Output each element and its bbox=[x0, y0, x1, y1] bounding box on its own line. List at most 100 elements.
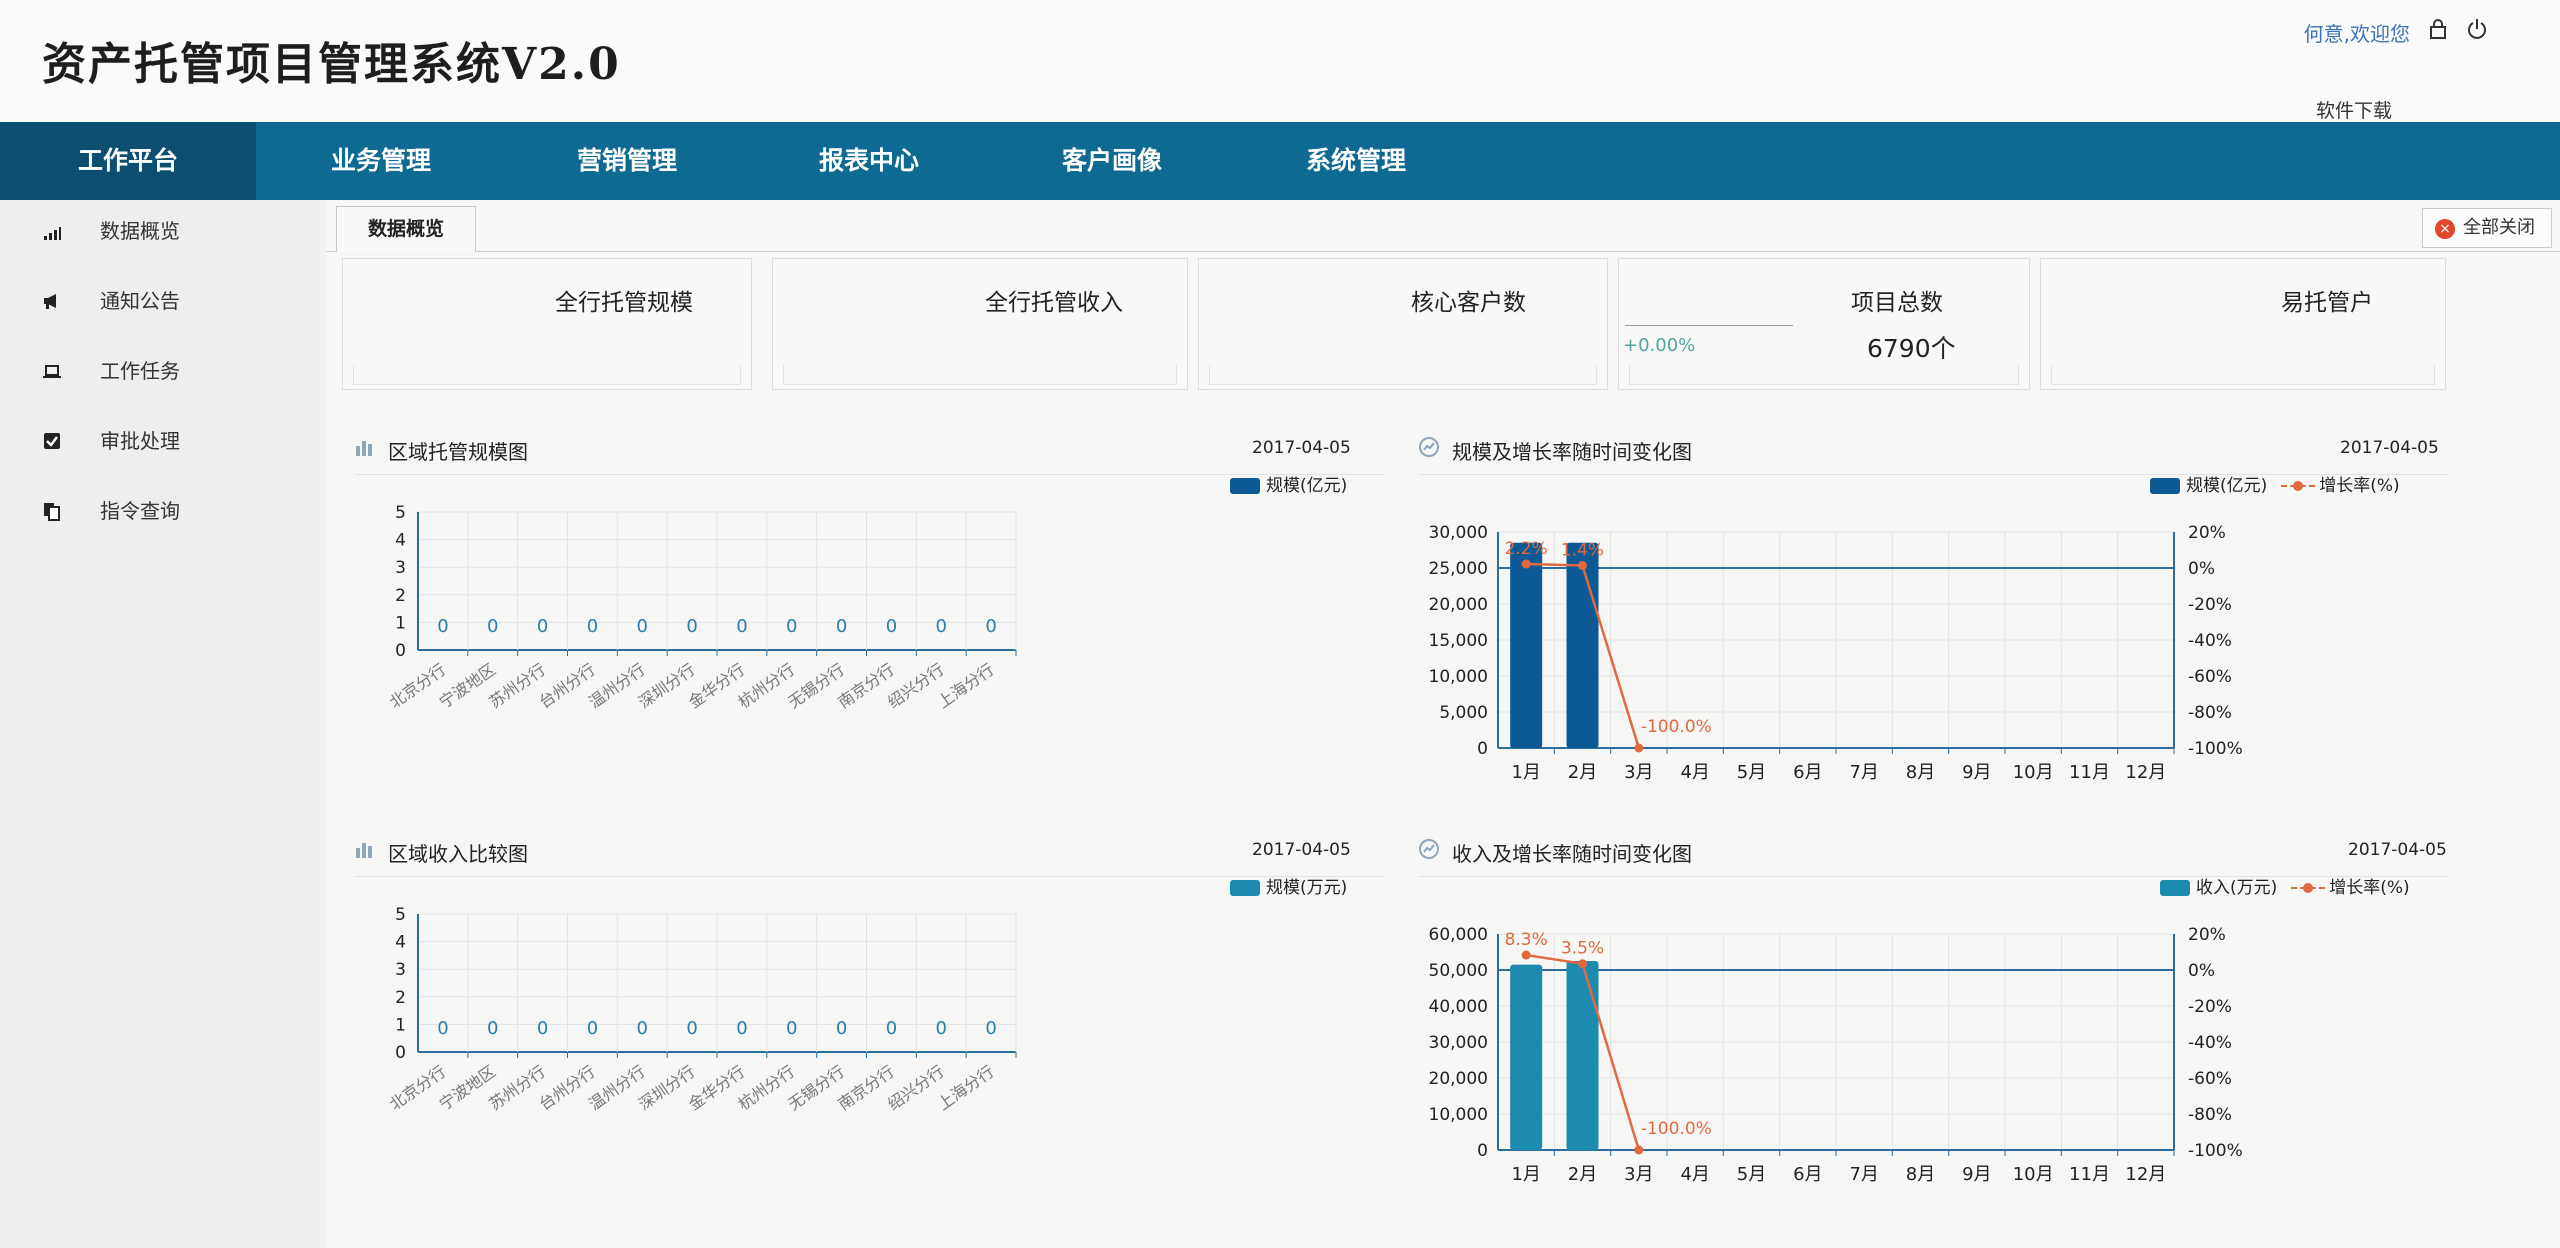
data-label: 0 bbox=[886, 1018, 897, 1039]
y-tick-label: 5,000 bbox=[1439, 703, 1488, 723]
sidebar-item-label: 指令查询 bbox=[100, 499, 180, 523]
x-tick-label: 台州分行 bbox=[535, 660, 598, 712]
x-tick-label: 11月 bbox=[2069, 762, 2110, 783]
x-tick-label: 10月 bbox=[2013, 762, 2054, 783]
main-nav: 工作平台 业务管理 营销管理 报表中心 客户画像 系统管理 bbox=[0, 122, 2560, 200]
x-tick-label: 3月 bbox=[1624, 1164, 1653, 1185]
stat-card-footer bbox=[1209, 365, 1597, 385]
sidebar-item-data-overview[interactable]: 数据概览 bbox=[0, 208, 320, 254]
nav-item-marketing[interactable]: 营销管理 bbox=[506, 122, 748, 200]
y-tick-label: 0 bbox=[1477, 1141, 1488, 1161]
sidebar-item-notices[interactable]: 通知公告 bbox=[0, 278, 320, 324]
x-tick-label: 无锡分行 bbox=[785, 660, 848, 712]
stat-card-title: 全行托管收入 bbox=[985, 290, 1123, 316]
data-label: 0 bbox=[936, 616, 947, 637]
nav-item-workbench[interactable]: 工作平台 bbox=[0, 122, 256, 200]
x-tick-label: 金华分行 bbox=[685, 1062, 748, 1114]
x-tick-label: 上海分行 bbox=[934, 660, 997, 712]
bar bbox=[1510, 964, 1543, 1150]
x-tick-label: 1月 bbox=[1511, 1164, 1540, 1185]
x-tick-label: 8月 bbox=[1906, 762, 1935, 783]
y-tick-label: 1 bbox=[395, 1015, 406, 1035]
growth-label: 1.4% bbox=[1561, 540, 1604, 560]
x-tick-label: 温州分行 bbox=[585, 660, 648, 712]
data-label: 0 bbox=[836, 616, 847, 637]
x-tick-label: 12月 bbox=[2125, 762, 2166, 783]
growth-point bbox=[1521, 950, 1531, 960]
region-income-panel: 区域收入比较图 2017-04-05 规模(万元) 0 1 2 3 4 5 0 北京分行 0 宁波… bbox=[354, 830, 1384, 1210]
stat-card-core-customers[interactable]: 核心客户数 bbox=[1198, 258, 1608, 390]
y-tick-label: 10,000 bbox=[1429, 667, 1488, 687]
close-all-tabs-button[interactable]: × 全部关闭 bbox=[2422, 208, 2552, 248]
sidebar-item-label: 工作任务 bbox=[100, 359, 180, 383]
income-growth-chart: 0 10,000 20,000 30,000 40,000 50,000 60,000 -10… bbox=[1429, 925, 2243, 1185]
y-tick-label: 1 bbox=[395, 613, 406, 633]
y-tick-label: 60,000 bbox=[1429, 925, 1488, 945]
stat-card-custody-income[interactable]: 全行托管收入 bbox=[772, 258, 1188, 390]
data-label: 0 bbox=[886, 616, 897, 637]
data-label: 0 bbox=[736, 616, 747, 637]
lock-icon[interactable] bbox=[2428, 18, 2448, 40]
power-icon[interactable] bbox=[2466, 18, 2488, 40]
close-all-label: 全部关闭 bbox=[2463, 217, 2535, 238]
y2-tick-label: -60% bbox=[2188, 1069, 2232, 1089]
x-tick-label: 苏州分行 bbox=[486, 1062, 549, 1114]
x-tick-label: 5月 bbox=[1737, 1164, 1766, 1185]
x-tick-label: 南京分行 bbox=[834, 1062, 897, 1114]
y2-tick-label: -100% bbox=[2188, 739, 2243, 759]
y-tick-label: 40,000 bbox=[1429, 997, 1488, 1017]
nav-item-system[interactable]: 系统管理 bbox=[1234, 122, 1478, 200]
tab-data-overview[interactable]: 数据概览 bbox=[336, 206, 476, 252]
nav-item-reports[interactable]: 报表中心 bbox=[748, 122, 990, 200]
y-tick-label: 0 bbox=[395, 1043, 406, 1063]
data-label: 0 bbox=[587, 616, 598, 637]
y-tick-label: 20,000 bbox=[1429, 595, 1488, 615]
y2-tick-label: 20% bbox=[2188, 925, 2226, 945]
x-tick-label: 11月 bbox=[2069, 1164, 2110, 1185]
stat-change: +0.00% bbox=[1623, 335, 1696, 356]
y-tick-label: 50,000 bbox=[1429, 961, 1488, 981]
y-tick-label: 3 bbox=[395, 960, 406, 980]
y-tick-label: 2 bbox=[395, 988, 406, 1008]
software-download-link[interactable]: 软件下载 bbox=[2316, 96, 2392, 123]
y2-tick-label: -20% bbox=[2188, 997, 2232, 1017]
y-tick-label: 30,000 bbox=[1429, 1033, 1488, 1053]
x-tick-label: 9月 bbox=[1962, 1164, 1991, 1185]
x-tick-label: 3月 bbox=[1624, 762, 1653, 783]
x-tick-label: 金华分行 bbox=[685, 660, 748, 712]
sidebar-item-label: 通知公告 bbox=[100, 289, 180, 313]
sidebar-item-instruction-query[interactable]: 指令查询 bbox=[0, 488, 320, 534]
stat-card-easy-custody[interactable]: 易托管户 bbox=[2040, 258, 2446, 390]
data-label: 0 bbox=[637, 616, 648, 637]
data-label: 0 bbox=[587, 1018, 598, 1039]
documents-icon bbox=[44, 503, 60, 521]
data-label: 0 bbox=[537, 616, 548, 637]
sidebar-item-approvals[interactable]: 审批处理 bbox=[0, 418, 320, 464]
stat-card-footer bbox=[353, 365, 741, 385]
region-income-chart: 0123450北京分行0宁波地区0苏州分行0台州分行0温州分行0深圳分行0金华分… bbox=[386, 905, 1017, 1114]
y-tick-label: 10,000 bbox=[1429, 1105, 1488, 1125]
welcome-text[interactable]: 何意,欢迎您 bbox=[2304, 18, 2410, 47]
x-tick-label: 北京分行 bbox=[386, 660, 449, 712]
y-tick-label: 3 bbox=[395, 558, 406, 578]
x-tick-label: 绍兴分行 bbox=[884, 660, 947, 712]
data-label: 0 bbox=[487, 616, 498, 637]
stat-card-title: 核心客户数 bbox=[1411, 290, 1526, 316]
sidebar-item-label: 审批处理 bbox=[100, 429, 180, 453]
stat-card-custody-scale[interactable]: 全行托管规模 bbox=[342, 258, 752, 390]
bar bbox=[1566, 961, 1599, 1150]
x-tick-label: 12月 bbox=[2125, 1164, 2166, 1185]
nav-item-business[interactable]: 业务管理 bbox=[256, 122, 506, 200]
bar bbox=[1566, 542, 1599, 748]
sidebar-item-tasks[interactable]: 工作任务 bbox=[0, 348, 320, 394]
y2-tick-label: 0% bbox=[2188, 961, 2215, 981]
data-label: 0 bbox=[936, 1018, 947, 1039]
data-label: 0 bbox=[686, 616, 697, 637]
x-tick-label: 4月 bbox=[1680, 762, 1709, 783]
stat-card-project-total[interactable]: 项目总数 +0.00% 6790个 bbox=[1618, 258, 2030, 390]
nav-item-customer-profile[interactable]: 客户画像 bbox=[990, 122, 1234, 200]
x-tick-label: 10月 bbox=[2013, 1164, 2054, 1185]
stat-card-footer bbox=[1629, 365, 2019, 385]
x-tick-label: 深圳分行 bbox=[635, 1062, 698, 1114]
x-tick-label: 8月 bbox=[1906, 1164, 1935, 1185]
